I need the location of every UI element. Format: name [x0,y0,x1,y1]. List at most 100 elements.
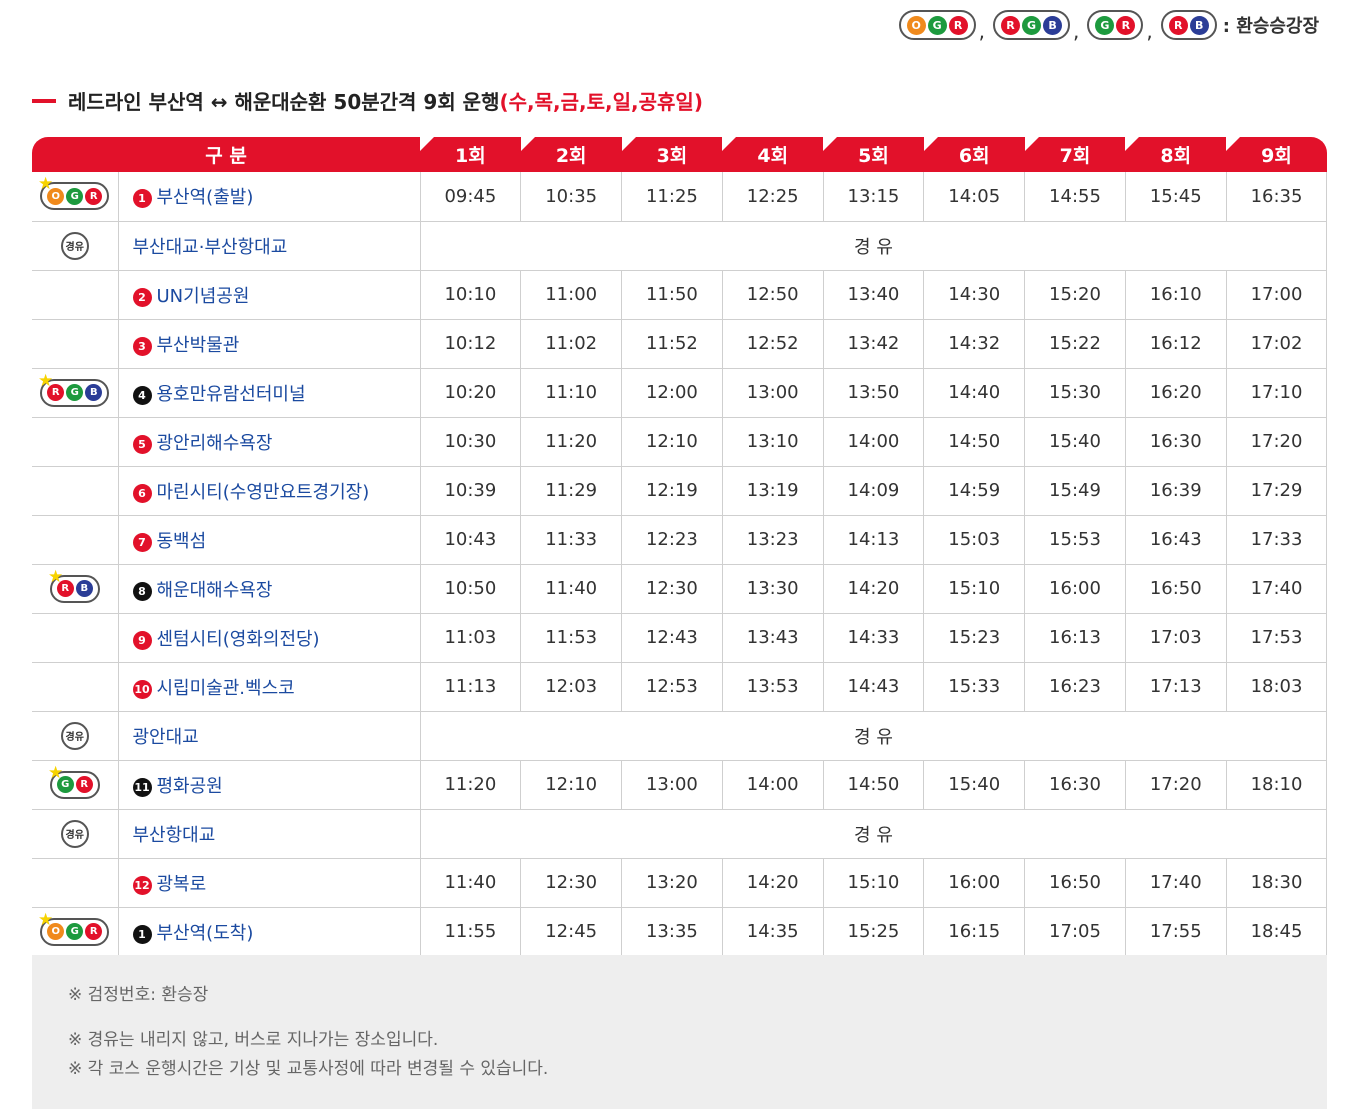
stop-name[interactable]: 광안리해수욕장 [157,433,273,454]
transfer-cell [32,270,119,320]
stop-name[interactable]: 부산항대교 [133,825,216,846]
time-cell: 17:20 [1124,760,1227,810]
stop-name-cell: 5 광안리해수욕장 [118,417,421,467]
title-days: (수,목,금,토,일,공휴일) [499,90,703,114]
stop-name-cell: 1 부산역(도착) [118,907,421,957]
stop-name-cell: 4 용호만유람선터미널 [118,368,421,418]
time-cell: 12:50 [721,270,824,320]
timetable-header: 구 분 1회 2회 3회 4회 5회 6회 7회 8회 9회 [32,137,1327,172]
time-cell: 17:40 [1225,564,1328,614]
stop-row: 7 동백섬 10:43 11:33 12:23 13:23 14:13 15:03 15:53 1… [32,515,1328,565]
time-cell: 16:12 [1124,319,1227,369]
time-cell: 15:45 [1124,172,1227,222]
time-cell: 14:20 [721,858,824,908]
time-cell: 10:35 [520,172,622,222]
header-trip: 3회 [621,137,723,172]
via-cell: 경 유 [420,711,1328,761]
time-cell: 13:15 [822,172,924,222]
stop-name[interactable]: 용호만유람선터미널 [157,384,306,405]
time-cell: 12:03 [520,662,622,712]
line-B-icon: B [75,580,93,597]
line-R-icon: R [75,776,93,793]
stop-row: ★ R B 8 해운대해수욕장 10:50 11:40 12:30 13:30 14:20 15:1… [32,564,1328,614]
stop-name[interactable]: 부산역(도착) [157,923,254,944]
stop-name[interactable]: 부산대교·부산항대교 [133,237,288,258]
time-cell: 15:30 [1024,368,1126,418]
stop-number-icon: 8 [132,581,152,601]
time-cell: 13:53 [721,662,824,712]
time-cell: 14:20 [822,564,924,614]
time-cell: 10:10 [419,270,521,320]
transfer-cell: ★ R B [32,564,119,614]
legend-separator: , [978,19,986,43]
stop-name[interactable]: 해운대해수욕장 [157,580,273,601]
transfer-cell [32,417,119,467]
via-badge-icon: 경유 [60,231,89,260]
time-cell: 12:25 [721,172,824,222]
time-cell: 18:03 [1225,662,1328,712]
time-cell: 16:39 [1124,466,1227,516]
time-cell: 17:55 [1124,907,1227,957]
time-cell: 14:00 [721,760,824,810]
time-cell: 12:10 [520,760,622,810]
header-trip: 4회 [722,137,824,172]
time-cell: 11:29 [520,466,622,516]
stop-name[interactable]: 시립미술관.벡스코 [157,678,295,699]
stop-row: 12 광복로 11:40 12:30 13:20 14:20 15:10 16:00 16:50… [32,858,1328,908]
line-R-icon: R [1116,15,1136,35]
stop-row: 3 부산박물관 10:12 11:02 11:52 12:52 13:42 14:32 15:2… [32,319,1328,369]
time-cell: 14:43 [822,662,924,712]
stop-number-icon: 7 [132,532,152,552]
line-R-icon: R [948,15,968,35]
time-cell: 11:53 [520,613,622,663]
time-cell: 15:03 [923,515,1025,565]
time-cell: 09:45 [419,172,521,222]
time-cell: 11:20 [520,417,622,467]
line-B-icon: B [85,384,103,401]
time-cell: 10:20 [419,368,521,418]
time-cell: 15:22 [1024,319,1126,369]
transfer-legend: OGR,RGB,GR,RB: 환승승강장 [898,8,1319,43]
transfer-pill: RGB [993,10,1071,40]
stop-name[interactable]: 평화공원 [157,776,223,797]
time-cell: 15:49 [1024,466,1126,516]
stop-name[interactable]: 센텀시티(영화의전당) [157,629,320,650]
time-cell: 12:53 [621,662,723,712]
time-cell: 17:03 [1124,613,1227,663]
time-cell: 14:33 [822,613,924,663]
stop-number-icon: 9 [132,630,152,650]
time-cell: 11:10 [520,368,622,418]
star-icon: ★ [48,762,64,783]
time-cell: 16:43 [1124,515,1227,565]
star-icon: ★ [38,174,54,194]
time-cell: 13:30 [721,564,824,614]
time-cell: 15:10 [822,858,924,908]
time-cell: 14:35 [721,907,824,957]
time-cell: 15:20 [1024,270,1126,320]
transfer-cell [32,662,119,712]
stop-name[interactable]: 부산역(출발) [157,187,254,208]
via-cell: 경 유 [420,221,1328,271]
route-title: 레드라인 부산역 ↔ 해운대순환 50분간격 9회 운행 (수,목,금,토,일,… [32,86,703,115]
title-main: 레드라인 부산역 ↔ 해운대순환 50분간격 9회 운행 [68,90,500,114]
time-cell: 13:23 [721,515,824,565]
transfer-cell: ★ R G B [32,368,119,418]
stop-name[interactable]: 광복로 [157,874,207,895]
time-cell: 16:35 [1225,172,1328,222]
timetable: 구 분 1회 2회 3회 4회 5회 6회 7회 8회 9회 ★ O G R 1 부산역(출발) 09:45… [32,137,1328,957]
time-cell: 17:05 [1024,907,1126,957]
line-G-icon: G [66,923,84,940]
stop-name-cell: 12 광복로 [118,858,421,908]
time-cell: 14:05 [923,172,1025,222]
transfer-cell: ★ G R [32,760,119,810]
stop-name[interactable]: 마린시티(수영만요트경기장) [157,482,370,503]
header-trip: 5회 [823,137,924,172]
line-G-icon: G [1022,15,1042,35]
stop-name[interactable]: 부산박물관 [157,335,240,356]
time-cell: 16:20 [1124,368,1227,418]
transfer-pill: OGR [898,10,976,40]
stop-name[interactable]: 동백섬 [157,531,207,552]
stop-name[interactable]: UN기념공원 [157,286,250,307]
stop-name[interactable]: 광안대교 [133,727,199,748]
time-cell: 14:30 [923,270,1025,320]
